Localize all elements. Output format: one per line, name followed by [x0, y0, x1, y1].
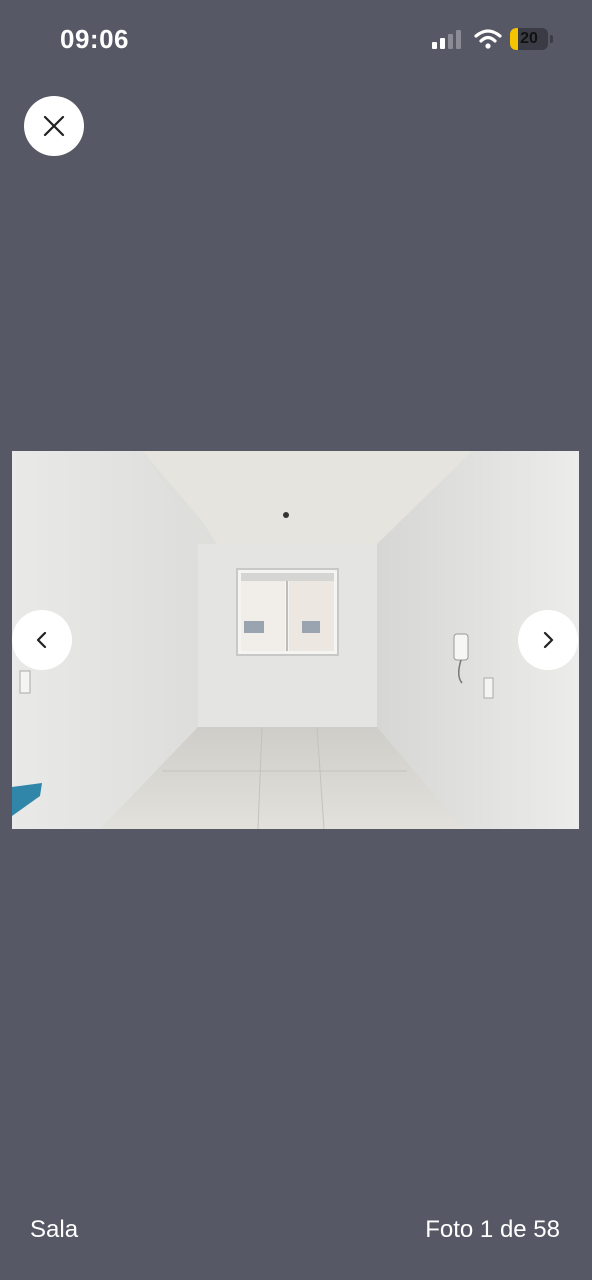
- wifi-icon: [474, 29, 502, 49]
- photo-counter: Foto 1 de 58: [425, 1216, 560, 1243]
- chevron-right-icon: [543, 631, 554, 649]
- status-bar: 09:06 20: [0, 0, 592, 80]
- close-icon: [43, 115, 65, 137]
- status-time: 09:06: [60, 24, 129, 54]
- next-photo-button[interactable]: [518, 610, 578, 670]
- battery-tip: [550, 35, 553, 43]
- photo-caption: Sala: [30, 1216, 79, 1243]
- signal-icon: [432, 30, 461, 49]
- room-photo: [12, 451, 579, 829]
- previous-photo-button[interactable]: [12, 610, 72, 670]
- close-button[interactable]: [24, 96, 84, 156]
- battery-level: 20: [520, 30, 538, 47]
- battery-icon: 20: [510, 28, 548, 50]
- chevron-left-icon: [36, 631, 47, 649]
- photo-image[interactable]: [12, 451, 579, 829]
